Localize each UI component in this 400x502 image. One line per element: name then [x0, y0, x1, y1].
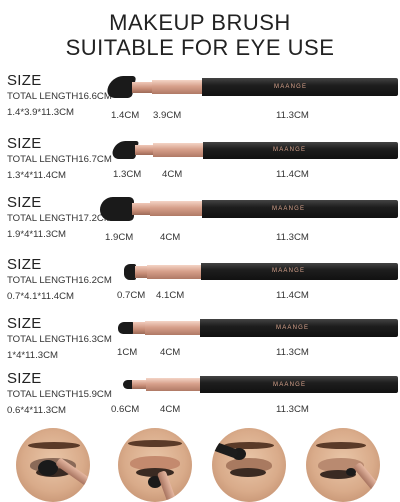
brush-image: MAANGE	[123, 374, 398, 396]
brand-label: MAANGE	[272, 268, 306, 274]
ferrule	[135, 266, 147, 278]
brush-row-1: SIZE TOTAL LENGTH16.6CM 1.4*3.9*11.3CM M…	[0, 72, 400, 134]
brand-label: MAANGE	[273, 382, 307, 388]
size-spec: 1.3*4*11.4CM	[7, 170, 67, 181]
ferrule	[132, 203, 150, 215]
bristle-length: 1.9CM	[105, 232, 134, 243]
size-spec: 1.9*4*11.3CM	[7, 229, 67, 240]
bristle	[118, 322, 134, 334]
bristle-length: 1.3CM	[113, 169, 142, 180]
eye-application-photo-2-icon	[118, 428, 192, 502]
ferrule-length: 4.1CM	[156, 290, 185, 301]
total-length: TOTAL LENGTH16.2CM	[7, 275, 112, 286]
ferrule	[132, 82, 152, 93]
brush-row-4: SIZE TOTAL LENGTH16.2CM 0.7*4.1*11.4CM M…	[0, 256, 400, 318]
brand-label: MAANGE	[274, 84, 308, 90]
ferrule	[150, 201, 202, 216]
ferrule	[133, 322, 145, 334]
brush-row-3: SIZE TOTAL LENGTH17.2CM 1.9*4*11.3CM MAA…	[0, 194, 400, 256]
size-label: SIZE	[7, 135, 42, 152]
total-length: TOTAL LENGTH16.6CM	[7, 91, 112, 102]
size-label: SIZE	[7, 194, 42, 211]
eye-application-photo-1-icon	[16, 428, 90, 502]
brush-row-5: SIZE TOTAL LENGTH16.3CM 1*4*11.3CM MAANG…	[0, 315, 400, 377]
brush-image: MAANGE	[105, 74, 398, 102]
size-label: SIZE	[7, 370, 42, 387]
total-length: TOTAL LENGTH16.3CM	[7, 334, 112, 345]
title-line-1: MAKEUP BRUSH	[109, 10, 291, 35]
brush-row-2: SIZE TOTAL LENGTH16.7CM 1.3*4*11.4CM MAA…	[0, 135, 400, 197]
ferrule	[147, 265, 201, 279]
size-spec: 1.4*3.9*11.3CM	[7, 107, 75, 118]
ferrule	[132, 380, 146, 389]
size-spec: 1*4*11.3CM	[7, 350, 59, 361]
bristle	[100, 197, 134, 221]
bristle-length: 0.6CM	[111, 404, 140, 415]
size-label: SIZE	[7, 256, 42, 273]
ferrule	[145, 321, 200, 335]
brush-image: MAANGE	[100, 196, 398, 224]
size-label: SIZE	[7, 315, 42, 332]
brush-image: MAANGE	[118, 317, 398, 341]
brand-label: MAANGE	[272, 206, 306, 212]
brand-label: MAANGE	[276, 325, 310, 331]
brush-row-6: SIZE TOTAL LENGTH15.9CM 0.6*4*11.3CM MAA…	[0, 370, 400, 432]
brush-image: MAANGE	[124, 260, 398, 284]
title-line-2: SUITABLE FOR EYE USE	[65, 35, 335, 60]
total-length: TOTAL LENGTH17.2CM	[7, 213, 112, 224]
size-label: SIZE	[7, 72, 42, 89]
eye-application-photo-4-icon	[306, 428, 380, 502]
ferrule	[146, 378, 200, 391]
eye-application-photo-3-icon	[212, 428, 286, 502]
total-length: TOTAL LENGTH16.7CM	[7, 154, 112, 165]
total-length: TOTAL LENGTH15.9CM	[7, 389, 112, 400]
handle-length: 11.3CM	[276, 110, 309, 121]
brand-label: MAANGE	[273, 147, 307, 153]
handle-length: 11.3CM	[276, 347, 309, 358]
size-spec: 0.6*4*11.3CM	[7, 405, 67, 416]
handle-length: 11.3CM	[276, 404, 309, 415]
size-spec: 0.7*4.1*11.4CM	[7, 291, 75, 302]
ferrule-length: 4CM	[160, 232, 181, 243]
ferrule	[152, 80, 202, 94]
brush-image: MAANGE	[111, 139, 398, 163]
handle-length: 11.3CM	[276, 232, 309, 243]
ferrule-length: 4CM	[162, 169, 183, 180]
ferrule	[153, 143, 203, 157]
ferrule-length: 3.9CM	[153, 110, 182, 121]
application-photos	[0, 428, 400, 502]
ferrule-length: 4CM	[160, 347, 181, 358]
handle-length: 11.4CM	[276, 290, 309, 301]
ferrule	[135, 145, 153, 155]
bristle-length: 1CM	[117, 347, 138, 358]
bristle-length: 1.4CM	[111, 110, 140, 121]
bristle-length: 0.7CM	[117, 290, 146, 301]
handle-length: 11.4CM	[276, 169, 309, 180]
ferrule-length: 4CM	[160, 404, 181, 415]
